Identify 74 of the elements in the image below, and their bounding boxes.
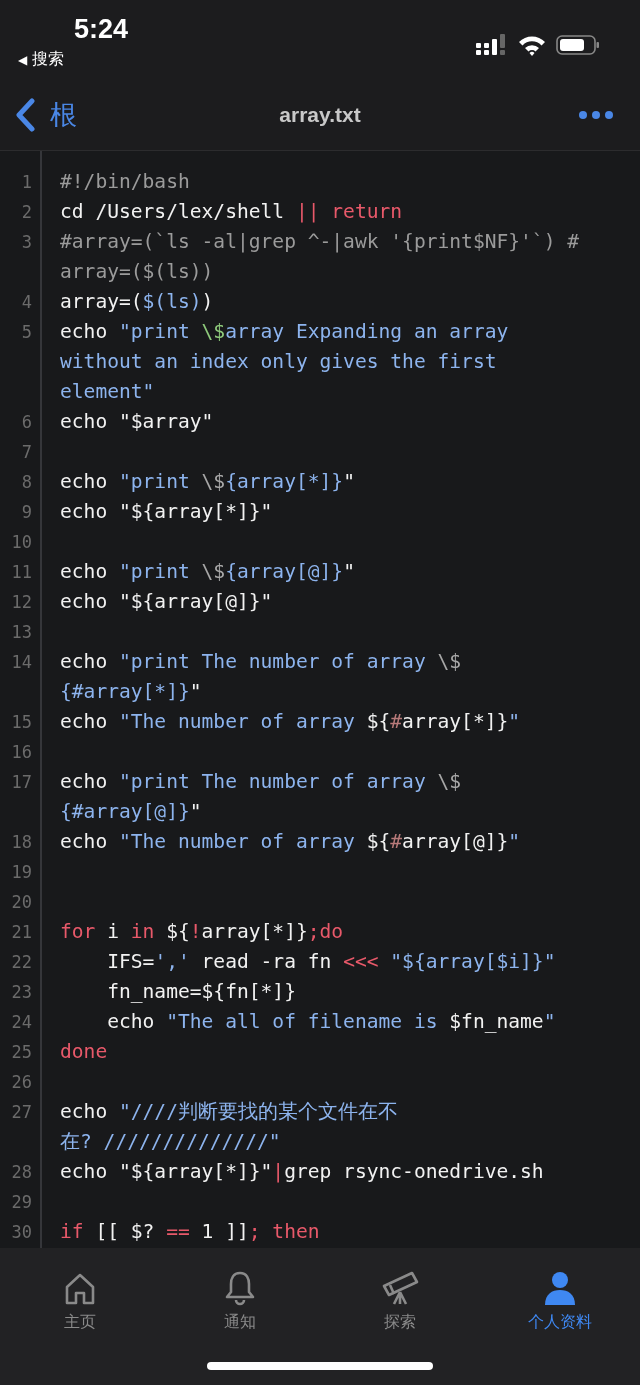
cellular-signal-icon bbox=[476, 34, 508, 56]
bell-icon bbox=[223, 1270, 257, 1306]
code-line: IFS=',' read -ra fn <<< "${array[$i]}" bbox=[106, 950, 556, 973]
code-line: #!/bin/bash bbox=[60, 170, 190, 193]
code-line: echo "print \${array[@]}" bbox=[60, 560, 355, 583]
code-line: echo "The number of array ${#array[@]}" bbox=[60, 830, 521, 853]
file-title: array.txt bbox=[279, 103, 361, 127]
line-number: 6 bbox=[21, 411, 32, 434]
code-line: echo "The all of filename is $fn_name" bbox=[106, 1010, 556, 1033]
line-number: 7 bbox=[21, 441, 32, 464]
code-line: done bbox=[60, 1040, 108, 1063]
line-number: 23 bbox=[11, 981, 32, 1004]
line-number: 28 bbox=[11, 1161, 32, 1184]
code-line: array=($(ls)) bbox=[60, 260, 214, 283]
code-line: echo "The number of array ${#array[*]}" bbox=[60, 710, 521, 733]
code-line: #array=(`ls -al|grep ^-|awk '{print$NF}'`) # bbox=[60, 230, 580, 253]
back-to-app-link[interactable]: ◀ 搜索 bbox=[18, 49, 65, 70]
line-number: 29 bbox=[11, 1191, 32, 1214]
line-number: 30 bbox=[11, 1221, 32, 1244]
code-line: element" bbox=[60, 380, 155, 403]
code-line: echo "////判断要找的某个文件在不 bbox=[60, 1100, 398, 1123]
code-line: if [[ $? == 1 ]]; then bbox=[60, 1220, 320, 1243]
line-number: 1 bbox=[21, 171, 32, 194]
code-line: array=($(ls)) bbox=[60, 290, 214, 313]
line-number: 13 bbox=[11, 621, 32, 644]
wifi-icon bbox=[518, 34, 546, 56]
line-number: 27 bbox=[11, 1101, 32, 1124]
tab[interactable]: 通知 bbox=[160, 1262, 320, 1334]
line-number: 10 bbox=[11, 531, 32, 554]
line-number: 20 bbox=[11, 891, 32, 914]
tab[interactable]: 个人资料 bbox=[480, 1262, 640, 1334]
line-number: 8 bbox=[21, 471, 32, 494]
home-icon bbox=[63, 1272, 97, 1306]
line-number: 4 bbox=[21, 291, 32, 314]
line-number: 3 bbox=[21, 231, 32, 254]
line-number: 2 bbox=[21, 201, 32, 224]
line-number: 15 bbox=[11, 711, 32, 734]
chevron-left-icon bbox=[14, 98, 36, 132]
line-number: 22 bbox=[11, 951, 32, 974]
back-button[interactable]: 根 bbox=[14, 97, 77, 133]
status-time: 5:24 bbox=[74, 14, 129, 45]
code-line: echo "$array" bbox=[60, 410, 214, 433]
telescope-icon bbox=[380, 1270, 420, 1306]
line-number: 16 bbox=[11, 741, 32, 764]
tab[interactable]: 主页 bbox=[0, 1262, 160, 1334]
code-line: echo "print The number of array \$ bbox=[60, 650, 462, 673]
code-line: echo "${array[*]}"|grep rsync-onedrive.sh bbox=[60, 1160, 544, 1183]
code-line: {#array[*]}" bbox=[60, 680, 202, 703]
code-line: echo "print \$array Expanding an array bbox=[60, 320, 509, 343]
line-number: 21 bbox=[11, 921, 32, 944]
line-number: 19 bbox=[11, 861, 32, 884]
line-number: 18 bbox=[11, 831, 32, 854]
code-line: for i in ${!array[*]};do bbox=[60, 920, 344, 943]
line-number: 25 bbox=[11, 1041, 32, 1064]
code-line: cd /Users/lex/shell || return bbox=[60, 200, 403, 223]
person-icon bbox=[543, 1270, 577, 1306]
line-number: 24 bbox=[11, 1011, 32, 1034]
code-line: fn_name=${fn[*]} bbox=[106, 980, 296, 1003]
code-line: echo "print \${array[*]}" bbox=[60, 470, 355, 493]
line-number: 11 bbox=[11, 561, 32, 584]
line-number: 14 bbox=[11, 651, 32, 674]
code-line: echo "${array[@]}" bbox=[60, 590, 273, 613]
tab[interactable]: 探索 bbox=[320, 1262, 480, 1334]
code-line: 在? //////////////" bbox=[60, 1130, 281, 1153]
code-line: echo "print The number of array \$ bbox=[60, 770, 462, 793]
code-line: without an index only gives the first bbox=[60, 350, 497, 373]
line-number: 9 bbox=[21, 501, 32, 524]
line-number: 26 bbox=[11, 1071, 32, 1094]
line-number: 5 bbox=[21, 321, 32, 344]
battery-icon bbox=[556, 34, 600, 56]
line-number: 17 bbox=[11, 771, 32, 794]
line-number: 12 bbox=[11, 591, 32, 614]
code-line: {#array[@]}" bbox=[60, 800, 202, 823]
code-line: echo "${array[*]}" bbox=[60, 500, 273, 523]
